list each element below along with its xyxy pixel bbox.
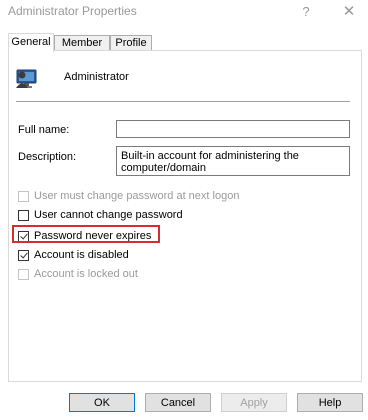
option-must-change-password[interactable]: User must change password at next logon bbox=[18, 189, 239, 203]
close-icon[interactable]: ✕ bbox=[338, 1, 360, 23]
checkbox[interactable] bbox=[18, 268, 29, 280]
description-input[interactable]: Built-in account for administering the c… bbox=[116, 146, 350, 176]
full-name-input[interactable] bbox=[116, 120, 350, 138]
checkbox[interactable] bbox=[18, 209, 29, 221]
help-button[interactable]: Help bbox=[297, 393, 363, 412]
option-label: Account is disabled bbox=[34, 249, 129, 261]
full-name-label: Full name: bbox=[18, 124, 70, 136]
apply-button[interactable]: Apply bbox=[221, 393, 287, 412]
highlight-box bbox=[12, 225, 160, 243]
cancel-button[interactable]: Cancel bbox=[145, 393, 211, 412]
option-label: User cannot change password bbox=[34, 209, 183, 221]
option-cannot-change-password[interactable]: User cannot change password bbox=[18, 208, 183, 222]
divider bbox=[16, 101, 350, 102]
tab-member-of[interactable]: Member Of bbox=[54, 35, 110, 64]
ok-button[interactable]: OK bbox=[69, 393, 135, 412]
account-name: Administrator bbox=[64, 71, 129, 83]
checkbox-checked[interactable] bbox=[18, 249, 29, 261]
description-label: Description: bbox=[18, 151, 77, 163]
option-account-disabled[interactable]: Account is disabled bbox=[18, 248, 129, 262]
checkbox[interactable] bbox=[18, 190, 29, 202]
tab-general[interactable]: General bbox=[8, 33, 54, 52]
tab-profile[interactable]: Profile bbox=[110, 35, 152, 51]
window-title: Administrator Properties bbox=[8, 4, 137, 18]
user-computer-icon bbox=[16, 69, 37, 88]
option-label: User must change password at next logon bbox=[34, 190, 240, 202]
option-label: Account is locked out bbox=[34, 268, 138, 280]
help-question-icon[interactable]: ? bbox=[296, 2, 316, 22]
option-account-locked-out[interactable]: Account is locked out bbox=[18, 267, 138, 281]
title-bar: Administrator Properties ? ✕ bbox=[0, 0, 368, 26]
